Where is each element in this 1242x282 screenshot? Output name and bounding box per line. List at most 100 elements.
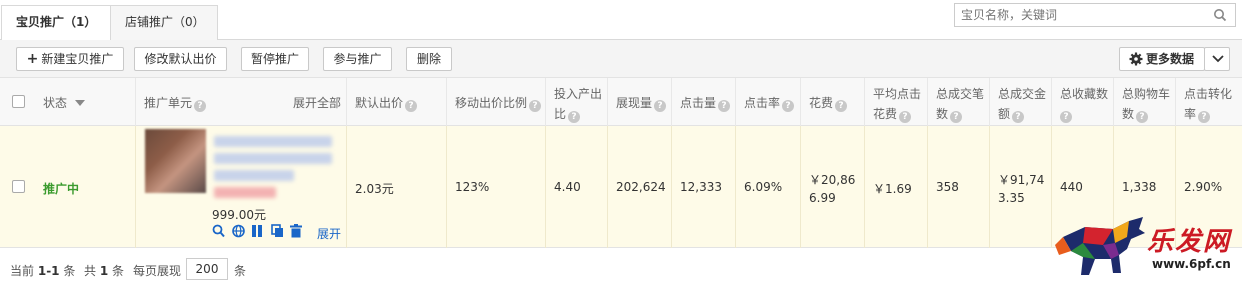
header-roi-line2: 比 <box>554 107 567 121</box>
search-box <box>954 3 1236 27</box>
header-avg-cpc-line2: 花费 <box>873 107 898 121</box>
header-gmv-line2: 额 <box>998 107 1011 121</box>
tab-shop-promotion[interactable]: 店铺推广（0） <box>110 5 218 40</box>
delete-button[interactable]: 删除 <box>406 47 452 71</box>
cell-clicks: 12,333 <box>671 126 735 248</box>
header-orders-line2: 数 <box>936 107 949 121</box>
header-cost: 花费? <box>800 78 864 126</box>
cell-cost: ￥20,86 6.99 <box>800 126 864 248</box>
header-favorites-label: 总收藏数 <box>1060 87 1109 101</box>
help-icon[interactable]: ? <box>568 111 581 123</box>
row-checkbox[interactable] <box>12 180 25 193</box>
help-icon[interactable]: ? <box>405 100 418 112</box>
current-range: 1-1 <box>37 264 60 278</box>
help-icon[interactable]: ? <box>782 100 795 112</box>
tab-item-promotion[interactable]: 宝贝推广（1） <box>1 5 111 41</box>
header-ctr: 点击率? <box>735 78 800 126</box>
cell-mobile-ratio: 123% <box>446 126 545 248</box>
product-price: 999.00元 <box>212 208 266 222</box>
header-cvr: 点击转化率? <box>1175 78 1242 126</box>
sort-down-icon[interactable] <box>75 100 86 107</box>
new-promotion-button[interactable]: + 新建宝贝推广 <box>16 47 124 71</box>
more-data-button[interactable]: 更多数据 <box>1119 47 1205 71</box>
select-all-checkbox[interactable] <box>12 95 25 108</box>
product-title-blurred[interactable] <box>214 136 332 147</box>
help-icon[interactable]: ? <box>899 111 912 123</box>
bull-logo-icon <box>1055 217 1145 275</box>
pause-promotion-button[interactable]: 暂停推广 <box>241 47 309 71</box>
product-thumbnail[interactable] <box>145 129 206 193</box>
search-input[interactable] <box>955 4 1210 26</box>
header-cvr-line1: 点击转化 <box>1184 87 1233 101</box>
help-icon[interactable]: ? <box>718 100 731 112</box>
help-icon[interactable]: ? <box>1060 111 1072 123</box>
help-icon[interactable]: ? <box>1136 111 1149 123</box>
pause-icon[interactable] <box>251 224 263 238</box>
current-range-text: 当前 1-1 条 <box>10 262 75 279</box>
header-cvr-line2: 率 <box>1184 107 1197 121</box>
header-cart-line1: 总购物车 <box>1122 87 1171 101</box>
cvr-value: 2.90% <box>1184 180 1223 194</box>
default-bid-value[interactable]: 2.03元 <box>355 180 394 197</box>
header-roi: 投入产出比? <box>545 78 607 126</box>
watermark-url: www.6pf.cn <box>1152 257 1231 271</box>
avg-cpc-value: ￥1.69 <box>873 182 912 196</box>
total-text: 共 1 条 <box>84 262 124 279</box>
search-icon[interactable] <box>212 224 225 238</box>
per-page-label: 每页展现 <box>133 264 182 278</box>
header-cost-label: 花费 <box>809 96 834 110</box>
gmv-value-line2: 3.35 <box>998 191 1025 205</box>
header-avg-cpc: 平均点击花费? <box>864 78 927 126</box>
help-icon[interactable]: ? <box>1012 111 1025 123</box>
header-roi-line1: 投入产出 <box>554 87 603 101</box>
header-mobile-ratio: 移动出价比例? <box>446 78 545 126</box>
cost-value-line2: 6.99 <box>809 191 836 205</box>
impressions-value: 202,624 <box>616 180 666 194</box>
favorites-value: 440 <box>1060 180 1083 194</box>
modify-default-bid-button[interactable]: 修改默认出价 <box>134 47 227 71</box>
page-size-input[interactable]: 200 <box>186 258 228 280</box>
product-title-blurred <box>214 153 332 164</box>
header-avg-cpc-line1: 平均点击 <box>873 87 922 101</box>
cart-value: 1,338 <box>1122 180 1157 194</box>
expand-link[interactable]: 展开 <box>317 225 341 242</box>
tab-bar: 宝贝推广（1） 店铺推广（0） <box>0 0 1242 41</box>
header-ctr-label: 点击率 <box>744 96 781 110</box>
header-unit: 推广单元? 展开全部 <box>135 78 346 126</box>
header-default-bid-label: 默认出价 <box>355 96 404 110</box>
help-icon[interactable]: ? <box>950 111 963 123</box>
cell-orders: 358 <box>927 126 989 248</box>
help-icon[interactable]: ? <box>835 100 848 112</box>
current-suffix: 条 <box>63 264 76 278</box>
help-icon[interactable]: ? <box>194 100 207 112</box>
trash-icon[interactable] <box>290 224 302 238</box>
expand-all-link[interactable]: 展开全部 <box>293 94 341 111</box>
join-promotion-button[interactable]: 参与推广 <box>323 47 392 71</box>
header-cart: 总购物车数? <box>1113 78 1175 126</box>
watermark-logo: 乐发网 www.6pf.cn <box>1055 215 1240 282</box>
product-title-blurred <box>214 170 294 181</box>
cell-impressions: 202,624 <box>607 126 671 248</box>
help-icon[interactable]: ? <box>654 100 667 112</box>
help-icon[interactable]: ? <box>529 100 542 112</box>
header-default-bid: 默认出价? <box>346 78 446 126</box>
search-icon[interactable] <box>1213 8 1227 22</box>
header-impressions: 展现量? <box>607 78 671 126</box>
new-promotion-label: 新建宝贝推广 <box>41 52 114 66</box>
orders-value: 358 <box>936 180 959 194</box>
copy-icon[interactable] <box>271 224 284 238</box>
header-mobile-ratio-label: 移动出价比例 <box>455 96 528 110</box>
help-icon[interactable]: ? <box>1198 111 1211 123</box>
cell-status: 推广中 <box>35 126 135 248</box>
total-prefix: 共 <box>84 264 97 278</box>
header-status[interactable]: 状态 <box>35 78 135 126</box>
clicks-value: 12,333 <box>680 180 722 194</box>
header-clicks: 点击量? <box>671 78 735 126</box>
cell-roi: 4.40 <box>545 126 607 248</box>
product-tag-blurred <box>214 187 276 198</box>
more-data-dropdown-button[interactable] <box>1204 47 1230 71</box>
globe-icon[interactable] <box>232 224 245 238</box>
cell-ctr: 6.09% <box>735 126 800 248</box>
mobile-ratio-value: 123% <box>455 180 490 194</box>
current-prefix: 当前 <box>10 264 35 278</box>
